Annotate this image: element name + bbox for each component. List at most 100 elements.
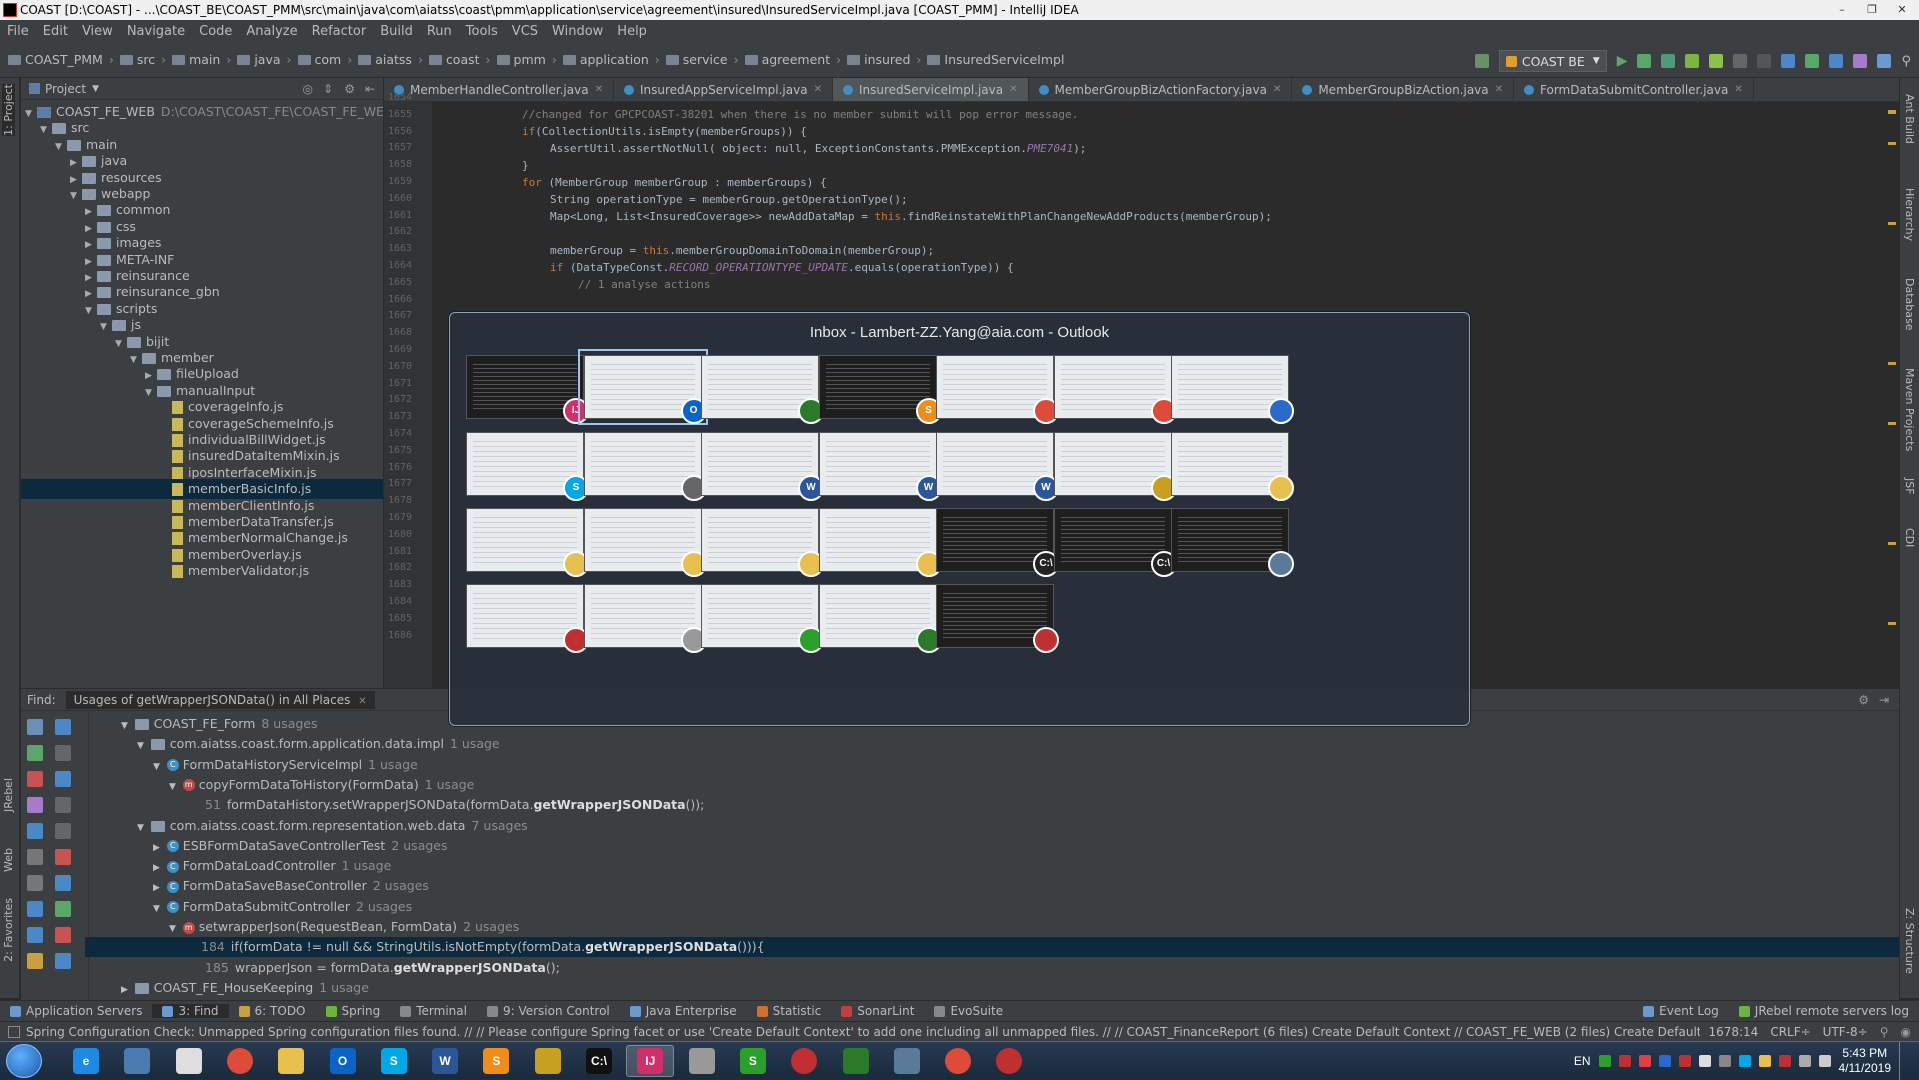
menu-file[interactable]: File <box>0 24 36 39</box>
taskbar-app[interactable] <box>832 1045 880 1077</box>
chevron-right-icon[interactable]: ▶ <box>153 883 163 893</box>
maven-tool-tab[interactable]: Maven Projects <box>1903 368 1916 451</box>
taskbar-app[interactable] <box>934 1045 982 1077</box>
inspector-icon[interactable]: ◉ <box>1901 1022 1911 1041</box>
switcher-window-thumb[interactable] <box>466 584 589 653</box>
scroll-from-source-icon[interactable]: ◎ <box>303 82 313 96</box>
switcher-window-thumb[interactable] <box>1171 432 1294 501</box>
warning-marker[interactable] <box>1888 222 1896 225</box>
switcher-window-thumb[interactable] <box>1053 355 1177 424</box>
usage-group[interactable]: ▶ C ESBFormDataSaveControllerTest 2 usages <box>153 836 448 856</box>
chevron-down-icon[interactable]: ▼ <box>70 186 82 206</box>
usage-line[interactable]: 185 wrapperJson = formData.getWrapperJSON… <box>205 958 560 978</box>
usage-group[interactable]: ▶ C FormDataSaveBaseController 2 usages <box>153 876 429 896</box>
switcher-window-thumb[interactable]: W <box>701 432 824 501</box>
usage-group[interactable]: ▼ com.aiatss.coast.form.representation.w… <box>137 816 528 836</box>
tool-tab-event-log[interactable]: Event Log <box>1633 1004 1729 1018</box>
tray-app-icon[interactable] <box>1618 1055 1631 1067</box>
volume-icon[interactable] <box>1818 1055 1831 1067</box>
project-tool-tab[interactable]: 1: Project <box>2 84 15 136</box>
run-config-select[interactable]: COAST BE ▼ <box>1498 50 1607 72</box>
close-icon[interactable]: ✕ <box>1273 84 1281 95</box>
tray-app-icon[interactable] <box>1598 1055 1611 1067</box>
chevron-down-icon[interactable]: ▼ <box>40 120 52 140</box>
chevron-down-icon[interactable]: ▼ <box>55 137 67 157</box>
chevron-down-icon[interactable]: ▼ <box>137 823 147 833</box>
switcher-window-thumb[interactable] <box>1053 432 1177 501</box>
breadcrumb-item[interactable]: agreement › <box>744 52 841 67</box>
taskbar-app[interactable]: e <box>62 1045 110 1077</box>
breadcrumb-item[interactable]: src › <box>119 52 166 67</box>
chevron-down-icon[interactable]: ▼ <box>130 350 142 370</box>
hide-panel-icon[interactable]: ⇤ <box>365 82 375 96</box>
taskbar-app[interactable] <box>165 1045 213 1077</box>
switcher-window-thumb[interactable]: W <box>936 432 1059 501</box>
breadcrumb-item[interactable]: main › <box>172 52 231 67</box>
menu-code[interactable]: Code <box>192 24 239 39</box>
find-tab[interactable]: Usages of getWrapperJSONData() in All Pl… <box>65 690 375 709</box>
language-indicator[interactable]: EN <box>1574 1054 1591 1068</box>
usage-group[interactable]: ▼ com.aiatss.coast.form.application.data… <box>137 734 500 754</box>
chevron-down-icon[interactable]: ▼ <box>121 721 131 731</box>
network-tray-icon[interactable] <box>1798 1055 1811 1067</box>
switcher-window-thumb[interactable] <box>936 584 1059 653</box>
breadcrumb-item[interactable]: InsuredServiceImpl <box>927 52 1064 67</box>
usage-line[interactable]: 184 if(formData != null && StringUtils.is… <box>85 937 1899 958</box>
menu-edit[interactable]: Edit <box>36 24 75 39</box>
database-tool-tab[interactable]: Database <box>1903 278 1916 331</box>
cdi-tool-tab[interactable]: CDI <box>1903 528 1916 547</box>
taskbar-app[interactable] <box>678 1045 726 1077</box>
breadcrumb-item[interactable]: service › <box>665 52 739 67</box>
switcher-window-thumb[interactable]: O <box>577 349 708 425</box>
taskbar-app[interactable] <box>780 1045 828 1077</box>
tree-item[interactable]: memberValidator.js <box>160 561 309 581</box>
jrebel-tool-tab[interactable]: JRebel <box>2 778 15 812</box>
breadcrumb-item[interactable]: java › <box>237 52 292 67</box>
editor-tab[interactable]: MemberGroupBizActionFactory.java ✕ <box>1029 78 1293 101</box>
menu-build[interactable]: Build <box>373 24 420 39</box>
stop-icon[interactable] <box>1757 54 1772 68</box>
skype-icon[interactable] <box>1738 1055 1751 1067</box>
file-encoding[interactable]: UTF-8÷ <box>1823 1022 1868 1041</box>
usage-group[interactable]: ▼ C FormDataHistoryServiceImpl 1 usage <box>153 755 418 775</box>
switcher-window-thumb[interactable] <box>466 508 589 577</box>
warning-marker[interactable] <box>1888 542 1896 545</box>
tool-tab-evosuite[interactable]: EvoSuite <box>924 1004 1013 1018</box>
minimize-button[interactable]: – <box>1831 2 1853 18</box>
toggle-tool-windows-icon[interactable] <box>8 1026 20 1038</box>
jrebel-run-icon[interactable] <box>1685 54 1700 68</box>
taskbar-app[interactable]: IJ <box>626 1045 675 1077</box>
menu-vcs[interactable]: VCS <box>505 24 545 39</box>
switcher-window-thumb[interactable] <box>583 508 707 577</box>
tool-tab-java-enterprise[interactable]: Java Enterprise <box>620 1004 747 1018</box>
chevron-down-icon[interactable]: ▼ <box>153 762 163 772</box>
project-panel-title[interactable]: Project <box>45 82 86 96</box>
maximize-button[interactable]: ❐ <box>1861 2 1883 18</box>
tray-app-icon[interactable] <box>1678 1055 1691 1067</box>
usage-group[interactable]: ▼ m copyFormDataToHistory(FormData) 1 usag… <box>169 775 474 795</box>
chevron-down-icon[interactable]: ▼ <box>169 924 179 934</box>
jsf-tool-tab[interactable]: JSF <box>1903 478 1916 495</box>
chevron-down-icon[interactable]: ▼ <box>169 782 179 792</box>
menu-analyze[interactable]: Analyze <box>239 24 304 39</box>
vcs-revert-icon[interactable] <box>1853 54 1868 68</box>
tray-app-icon[interactable] <box>1658 1055 1671 1067</box>
clock[interactable]: 5:43 PM 4/11/2019 <box>1839 1046 1892 1076</box>
chevron-down-icon[interactable]: ▼ <box>115 334 127 354</box>
breadcrumb-item[interactable]: coast › <box>428 52 491 67</box>
menu-navigate[interactable]: Navigate <box>120 24 192 39</box>
chevron-down-icon[interactable]: ▼ <box>85 301 97 321</box>
close-icon[interactable]: ✕ <box>814 84 822 95</box>
editor-tab[interactable]: MemberHandleController.java ✕ <box>384 78 614 101</box>
warning-marker[interactable] <box>1888 110 1896 114</box>
chevron-down-icon[interactable]: ▼ <box>145 383 157 403</box>
favorites-tool-tab[interactable]: 2: Favorites <box>2 898 15 962</box>
build-hammer-icon[interactable] <box>1474 54 1489 68</box>
tray-app-icon[interactable] <box>1718 1055 1731 1067</box>
switcher-window-thumb[interactable]: IJ <box>466 355 589 424</box>
gear-icon[interactable]: ⚙ <box>1858 693 1869 707</box>
usage-line[interactable]: 51 formDataHistory.setWrapperJSONData(for… <box>205 795 704 815</box>
switcher-window-thumb[interactable] <box>818 584 942 653</box>
switcher-window-thumb[interactable]: S <box>466 432 589 501</box>
taskbar-app[interactable] <box>267 1045 315 1077</box>
